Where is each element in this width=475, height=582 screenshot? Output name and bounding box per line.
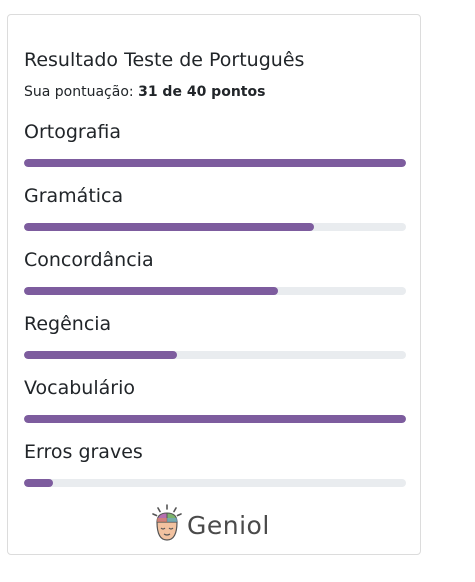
progress-bar-ortografia [24,159,406,167]
category-label-concordancia: Concordância [24,249,154,271]
progress-bar-vocabulario [24,415,406,423]
result-card: Resultado Teste de Português Sua pontuaç… [7,14,421,555]
progress-bar-erros-graves [24,479,406,487]
geniol-logo: Geniol [151,504,270,546]
progress-fill-concordancia [24,287,279,295]
category-label-erros-graves: Erros graves [24,441,143,463]
category-label-regencia: Regência [24,313,112,335]
head-brain-icon [151,504,183,546]
progress-fill-gramatica [24,223,315,231]
progress-fill-ortografia [24,159,406,167]
category-label-vocabulario: Vocabulário [24,377,135,399]
score-line: Sua pontuação: 31 de 40 pontos [24,83,265,101]
result-title: Resultado Teste de Português [24,49,305,71]
score-prefix: Sua pontuação: [24,84,139,100]
progress-bar-gramatica [24,223,406,231]
logo-text: Geniol [187,510,270,540]
progress-bar-regencia [24,351,406,359]
category-label-gramatica: Gramática [24,185,124,207]
progress-fill-vocabulario [24,415,406,423]
progress-fill-regencia [24,351,177,359]
category-label-ortografia: Ortografia [24,121,121,143]
progress-bar-concordancia [24,287,406,295]
score-value: 31 de 40 pontos [138,84,266,100]
progress-fill-erros-graves [24,479,53,487]
